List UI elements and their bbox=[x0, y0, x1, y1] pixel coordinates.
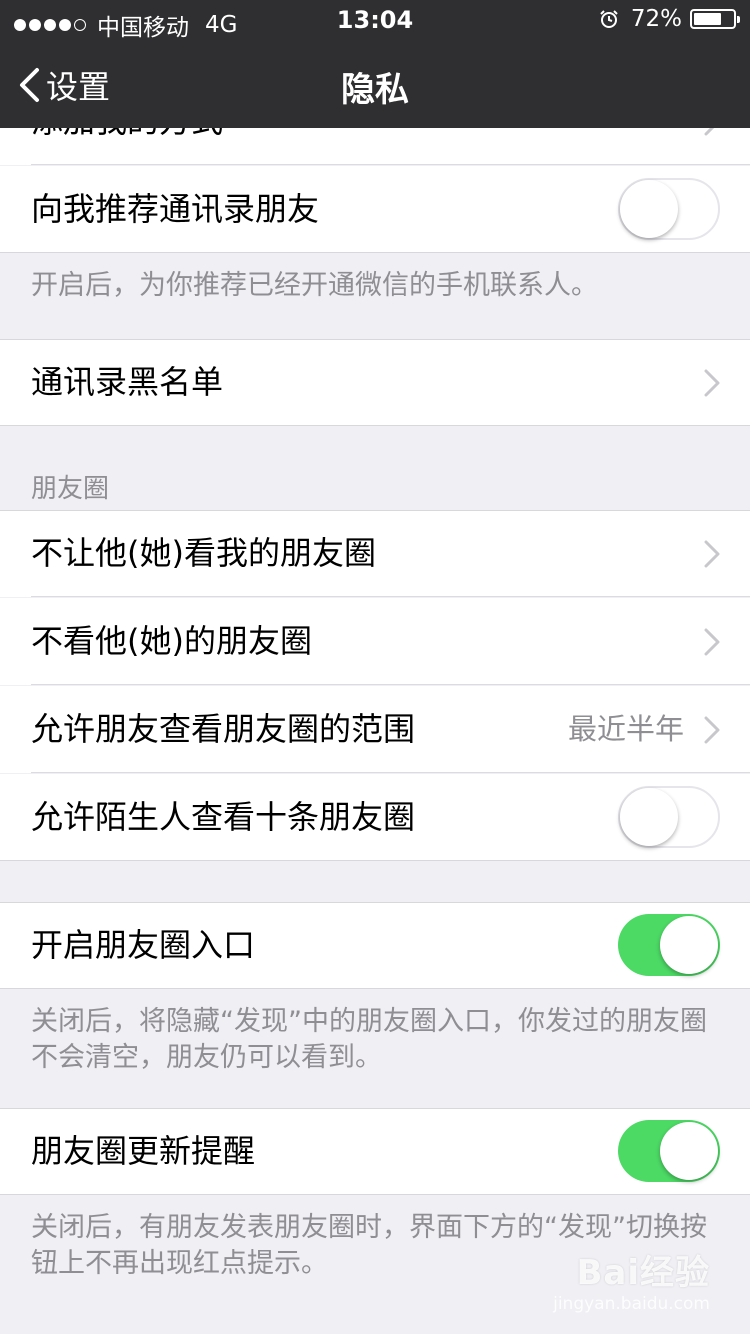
moments-entrance-row: 开启朋友圈入口 bbox=[0, 902, 750, 989]
moments-update-reminder-toggle[interactable] bbox=[618, 1120, 720, 1182]
hide-my-moments-row[interactable]: 不让他(她)看我的朋友圈 bbox=[0, 510, 750, 597]
row-label: 开启朋友圈入口 bbox=[31, 926, 256, 964]
battery-percent: 72% bbox=[630, 6, 682, 32]
battery-fill bbox=[694, 13, 722, 25]
status-bar: 中国移动 4G 13:04 72% bbox=[0, 0, 750, 41]
row-label: 允许朋友查看朋友圈的范围 bbox=[31, 710, 416, 748]
moments-entrance-toggle[interactable] bbox=[618, 914, 720, 976]
add-me-methods-row[interactable]: 添加我的方式 bbox=[0, 128, 750, 165]
alarm-icon bbox=[600, 10, 618, 28]
row-label: 不让他(她)看我的朋友圈 bbox=[31, 534, 376, 572]
recommend-contacts-row: 向我推荐通讯录朋友 bbox=[0, 166, 750, 253]
contacts-blacklist-row[interactable]: 通讯录黑名单 bbox=[0, 339, 750, 426]
moments-visible-range-row[interactable]: 允许朋友查看朋友圈的范围 最近半年 bbox=[0, 686, 750, 773]
visible-range-value: 最近半年 bbox=[567, 712, 684, 746]
battery-icon bbox=[690, 9, 740, 29]
recommend-contacts-note: 开启后，为你推荐已经开通微信的手机联系人。 bbox=[31, 270, 598, 301]
moments-update-reminder-row: 朋友圈更新提醒 bbox=[0, 1108, 750, 1195]
chevron-right-icon bbox=[704, 369, 720, 397]
row-label: 通讯录黑名单 bbox=[31, 363, 224, 401]
baidu-jingyan-watermark: Bai经验 jingyan.baidu.com bbox=[553, 1245, 710, 1314]
strangers-view-ten-row: 允许陌生人查看十条朋友圈 bbox=[0, 774, 750, 861]
recommend-contacts-toggle[interactable] bbox=[618, 178, 720, 240]
chevron-right-icon bbox=[704, 716, 720, 744]
chevron-right-icon bbox=[704, 128, 715, 136]
moments-section-header: 朋友圈 bbox=[31, 474, 110, 504]
watermark-logo: Bai经验 bbox=[576, 1253, 710, 1293]
moments-entrance-note: 关闭后，将隐藏“发现”中的朋友圈入口，你发过的朋友圈不会清空，朋友仍可以看到。 bbox=[31, 1006, 707, 1073]
row-label: 添加我的方式 bbox=[31, 128, 223, 165]
privacy-settings-list: 添加我的方式 向我推荐通讯录朋友 开启后，为你推荐已经开通微信的手机联系人。 通… bbox=[0, 128, 750, 1334]
row-label: 朋友圈更新提醒 bbox=[31, 1132, 256, 1170]
row-label: 允许陌生人查看十条朋友圈 bbox=[31, 798, 416, 836]
chevron-right-icon bbox=[704, 540, 720, 568]
strangers-view-ten-toggle[interactable] bbox=[618, 786, 720, 848]
page-title: 隐私 bbox=[341, 70, 409, 110]
hide-their-moments-row[interactable]: 不看他(她)的朋友圈 bbox=[0, 598, 750, 685]
watermark-url: jingyan.baidu.com bbox=[553, 1294, 710, 1314]
navigation-bar: 设置 隐私 bbox=[0, 40, 750, 128]
row-label: 不看他(她)的朋友圈 bbox=[31, 622, 312, 660]
chevron-right-icon bbox=[704, 628, 720, 656]
row-label: 向我推荐通讯录朋友 bbox=[31, 190, 320, 228]
